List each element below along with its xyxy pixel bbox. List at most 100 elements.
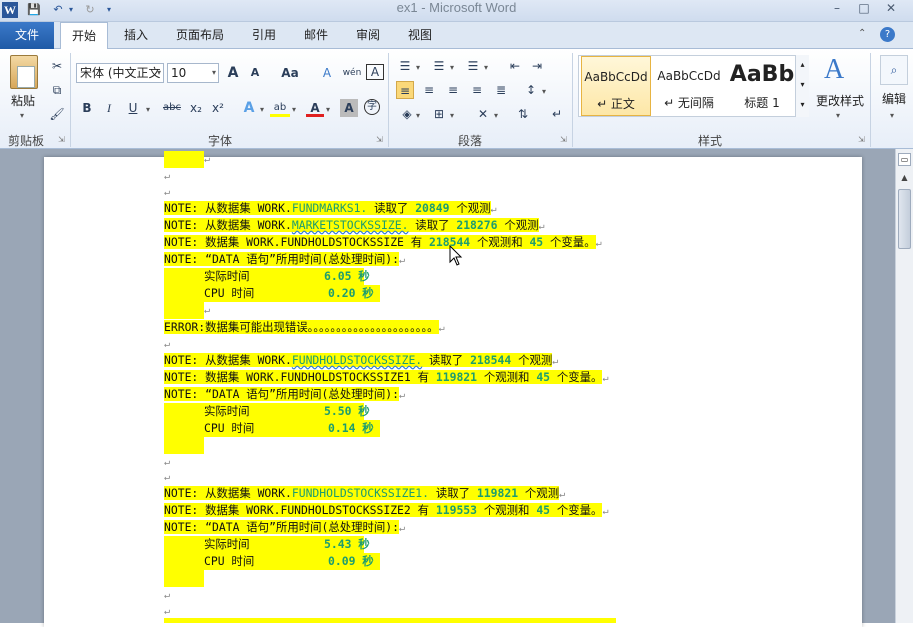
cut-icon[interactable]: ✂ <box>48 57 66 75</box>
log-line: ERROR:数据集可能出现错误。。。。。。。。。。。。。。。。。。。。。。↵ <box>164 319 445 336</box>
font-launcher-icon[interactable]: ⇲ <box>376 135 383 144</box>
copy-icon[interactable]: ⧉ <box>48 81 66 99</box>
help-icon[interactable]: ? <box>880 27 895 42</box>
char-shading-icon[interactable]: A <box>340 99 358 117</box>
text-effect-icon[interactable]: A <box>240 99 258 117</box>
style-no-spacing[interactable]: AaBbCcDd ↵ 无间隔 <box>653 56 725 116</box>
separator <box>70 53 71 147</box>
scroll-up-icon[interactable]: ▴ <box>796 55 809 75</box>
shading-dropdown-icon[interactable]: ▾ <box>416 111 420 120</box>
styles-launcher-icon[interactable]: ⇲ <box>858 135 865 144</box>
numbering-dropdown-icon[interactable]: ▾ <box>450 63 454 72</box>
tab-references[interactable]: 引用 <box>242 22 286 49</box>
tab-view[interactable]: 视图 <box>398 22 442 49</box>
paste-icon[interactable] <box>10 55 38 89</box>
shrink-font-icon[interactable]: A <box>246 64 264 82</box>
ruler-toggle-icon[interactable]: ▭ <box>898 153 911 166</box>
multilevel-dropdown-icon[interactable]: ▾ <box>484 63 488 72</box>
font-color-dropdown-icon[interactable]: ▾ <box>326 105 330 114</box>
style-normal[interactable]: AaBbCcDd ↵ 正文 <box>581 56 651 116</box>
maximize-button[interactable]: □ <box>853 0 875 18</box>
chinese-layout-dropdown-icon[interactable]: ▾ <box>494 111 498 120</box>
font-name-combobox[interactable]: 宋体 (中文正文 ▾ <box>76 63 164 83</box>
paste-dropdown-icon[interactable]: ▾ <box>20 111 24 120</box>
change-styles-icon[interactable]: A <box>824 55 844 85</box>
borders-icon[interactable]: ⊞ <box>430 105 448 123</box>
italic-button[interactable]: I <box>100 99 118 117</box>
multilevel-list-icon[interactable]: ☰ <box>464 57 482 75</box>
binoculars-icon[interactable]: ⌕ <box>880 55 908 85</box>
clear-format-icon[interactable]: A <box>318 64 336 82</box>
shading-icon[interactable]: ◈ <box>398 105 416 123</box>
align-left-button[interactable]: ≡ <box>396 81 414 99</box>
highlight-dropdown-icon[interactable]: ▾ <box>292 105 296 114</box>
scroll-thumb[interactable] <box>898 189 911 249</box>
tab-home[interactable]: 开始 <box>60 22 108 50</box>
close-button[interactable]: ✕ <box>880 0 902 18</box>
grow-font-icon[interactable]: A <box>224 64 242 82</box>
highlighted-blank-line <box>164 302 204 319</box>
strikethrough-button[interactable]: abc <box>160 99 184 117</box>
chevron-down-icon[interactable]: ▾ <box>157 64 161 82</box>
paste-button[interactable]: 粘贴 <box>8 92 38 109</box>
font-color-icon[interactable]: A <box>306 99 324 117</box>
numbering-icon[interactable]: ☰ <box>430 57 448 75</box>
editing-button[interactable]: 编辑 <box>879 90 909 107</box>
highlight-icon[interactable]: ab <box>270 99 290 117</box>
tab-mailings[interactable]: 邮件 <box>294 22 338 49</box>
subscript-button[interactable]: x₂ <box>186 99 206 117</box>
sort-icon[interactable]: ⇅ <box>514 105 532 123</box>
change-styles-dropdown-icon[interactable]: ▾ <box>836 111 840 120</box>
paragraph-mark: ↵ <box>164 171 171 182</box>
increase-indent-icon[interactable]: ⇥ <box>528 57 546 75</box>
editing-dropdown-icon[interactable]: ▾ <box>890 111 894 120</box>
log-line: 实际时间 6.05 秒 <box>164 268 370 285</box>
char-border-icon[interactable]: A <box>366 64 384 80</box>
tab-page-layout[interactable]: 页面布局 <box>164 22 236 49</box>
minimize-button[interactable]: – <box>826 0 848 18</box>
superscript-button[interactable]: x² <box>208 99 228 117</box>
chinese-layout-icon[interactable]: ✕ <box>474 105 492 123</box>
line-spacing-icon[interactable]: ↕ <box>522 81 540 99</box>
line-text: NOTE: 从数据集 WORK.FUNDHOLDSTOCKSSIZE. 读取了 … <box>164 353 553 367</box>
tab-file[interactable]: 文件 <box>0 22 54 49</box>
format-painter-icon[interactable]: 🖌 <box>48 105 66 123</box>
bullets-dropdown-icon[interactable]: ▾ <box>416 63 420 72</box>
style-heading-1[interactable]: AaBb 标题 1 <box>727 56 797 116</box>
align-right-button[interactable]: ≡ <box>444 81 462 99</box>
more-styles-icon[interactable]: ▾ <box>796 95 809 115</box>
line-spacing-dropdown-icon[interactable]: ▾ <box>542 87 546 96</box>
vertical-scrollbar[interactable]: ▭ ▲ <box>895 149 913 623</box>
justify-button[interactable]: ≡ <box>468 81 486 99</box>
text-effect-dropdown-icon[interactable]: ▾ <box>260 105 264 114</box>
paragraph-mark: ↵ <box>490 204 497 215</box>
paragraph-launcher-icon[interactable]: ⇲ <box>560 135 567 144</box>
show-marks-icon[interactable]: ↵ <box>548 105 566 123</box>
scroll-down-icon[interactable]: ▾ <box>796 75 809 95</box>
scroll-up-icon[interactable]: ▲ <box>898 171 911 184</box>
log-line: NOTE: “DATA 语句”所用时间(总处理时间):↵ <box>164 386 405 403</box>
tab-review[interactable]: 审阅 <box>346 22 390 49</box>
font-size-combobox[interactable]: 10 ▾ <box>167 63 219 83</box>
align-center-button[interactable]: ≡ <box>420 81 438 99</box>
change-case-icon[interactable]: Aa <box>278 64 302 82</box>
underline-button[interactable]: U <box>124 99 142 117</box>
log-line: NOTE: “DATA 语句”所用时间(总处理时间):↵ <box>164 251 405 268</box>
tab-insert[interactable]: 插入 <box>114 22 158 49</box>
styles-scrollbar[interactable]: ▴ ▾ ▾ <box>795 55 809 117</box>
clipboard-launcher-icon[interactable]: ⇲ <box>58 135 65 144</box>
distributed-button[interactable]: ≣ <box>492 81 510 99</box>
bullets-icon[interactable]: ☰ <box>396 57 414 75</box>
log-line: 实际时间 5.50 秒 <box>164 403 370 420</box>
decrease-indent-icon[interactable]: ⇤ <box>506 57 524 75</box>
mouse-pointer-icon <box>449 245 463 266</box>
underline-dropdown-icon[interactable]: ▾ <box>146 105 150 114</box>
borders-dropdown-icon[interactable]: ▾ <box>450 111 454 120</box>
font-group-label: 字体 <box>207 134 232 148</box>
enclose-char-icon[interactable]: 字 <box>364 99 380 115</box>
chevron-down-icon[interactable]: ▾ <box>212 64 216 82</box>
change-styles-button[interactable]: 更改样式 <box>814 92 866 109</box>
bold-button[interactable]: B <box>78 99 96 117</box>
phonetic-guide-icon[interactable]: wén <box>340 64 364 82</box>
minimize-ribbon-icon[interactable]: ⌃ <box>858 28 866 39</box>
